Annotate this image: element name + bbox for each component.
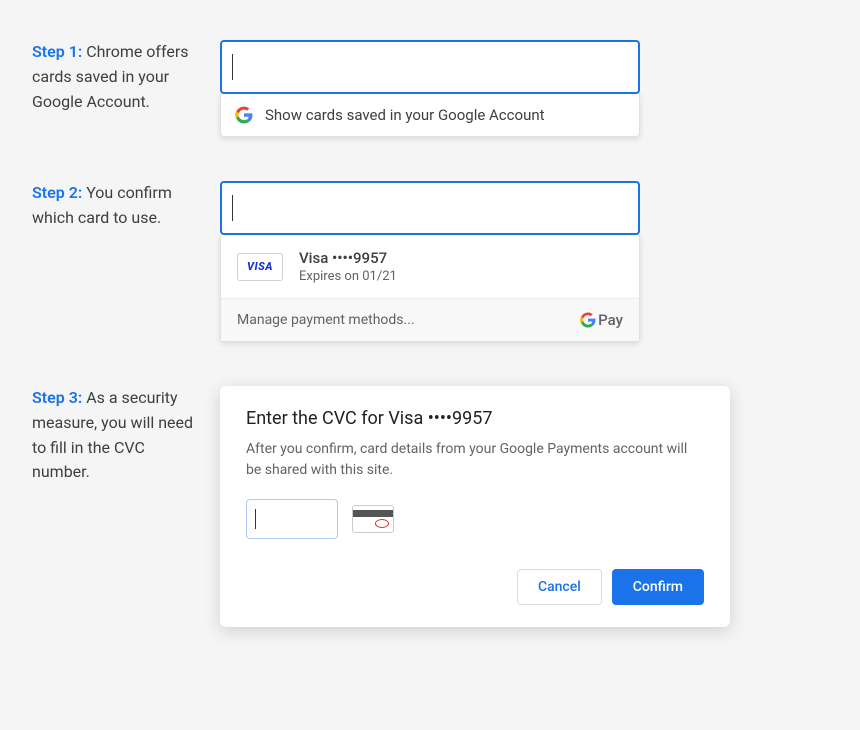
confirm-button[interactable]: Confirm: [612, 569, 704, 605]
cvc-dialog-title: Enter the CVC for Visa ••••9957: [246, 408, 704, 429]
cvc-dialog-desc: After you confirm, card details from you…: [246, 439, 704, 481]
step-3-text: Step 3: As a security measure, you will …: [0, 386, 220, 485]
card-display: Visa ••••9957: [299, 249, 397, 267]
step-3-panel: Enter the CVC for Visa ••••9957 After yo…: [220, 386, 730, 627]
cancel-button[interactable]: Cancel: [517, 569, 602, 605]
step-2-panel: VISA Visa ••••9957 Expires on 01/21 Mana…: [220, 181, 640, 342]
card-option-visa[interactable]: VISA Visa ••••9957 Expires on 01/21: [221, 235, 639, 298]
card-meta: Visa ••••9957 Expires on 01/21: [299, 249, 397, 284]
gpay-logo: Pay: [580, 311, 623, 329]
text-cursor: [232, 195, 233, 221]
step-2-label: Step 2:: [32, 183, 82, 202]
step-3-row: Step 3: As a security measure, you will …: [0, 386, 860, 627]
step-2-text: Step 2: You confirm which card to use.: [0, 181, 220, 231]
autofill-steps-figure: Step 1: Chrome offers cards saved in you…: [0, 0, 860, 627]
cvc-input[interactable]: [246, 499, 338, 539]
visa-badge-icon: VISA: [237, 253, 283, 281]
step-1-row: Step 1: Chrome offers cards saved in you…: [0, 40, 860, 137]
manage-payment-methods[interactable]: Manage payment methods... Pay: [221, 298, 639, 341]
card-number-input[interactable]: [220, 40, 640, 94]
card-back-icon: [352, 505, 394, 533]
google-cards-suggestion[interactable]: Show cards saved in your Google Account: [220, 94, 640, 137]
step-1-panel: Show cards saved in your Google Account: [220, 40, 640, 137]
card-expiry: Expires on 01/21: [299, 269, 397, 284]
manage-payment-methods-label: Manage payment methods...: [237, 312, 415, 328]
cvc-dialog: Enter the CVC for Visa ••••9957 After yo…: [220, 386, 730, 627]
cvc-dialog-actions: Cancel Confirm: [246, 569, 704, 605]
cvc-input-row: [246, 499, 704, 539]
text-cursor: [255, 509, 256, 529]
gpay-text: Pay: [598, 311, 623, 329]
google-g-icon: [235, 106, 253, 124]
confirm-button-label: Confirm: [633, 579, 683, 595]
cancel-button-label: Cancel: [538, 579, 581, 595]
card-number-input-2[interactable]: [220, 181, 640, 235]
step-3-label: Step 3:: [32, 388, 82, 407]
step-1-text: Step 1: Chrome offers cards saved in you…: [0, 40, 220, 114]
card-picker-dropdown: VISA Visa ••••9957 Expires on 01/21 Mana…: [220, 235, 640, 342]
text-cursor: [232, 54, 233, 80]
step-2-row: Step 2: You confirm which card to use. V…: [0, 181, 860, 342]
google-cards-suggestion-text: Show cards saved in your Google Account: [265, 106, 545, 124]
step-1-label: Step 1:: [32, 42, 82, 61]
